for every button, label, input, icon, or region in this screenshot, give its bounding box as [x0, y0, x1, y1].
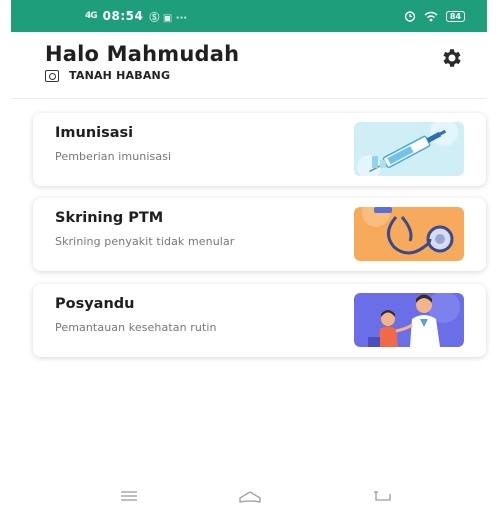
- card-skrining-ptm[interactable]: Skrining PTM Skrining penyakit tidak men…: [33, 198, 486, 271]
- home-icon[interactable]: [238, 490, 262, 504]
- status-left: 4G 08:54 Ⓢ ▣ ···: [85, 0, 187, 32]
- status-time: 08:54: [102, 9, 144, 23]
- status-right: 84: [404, 0, 465, 32]
- card-subtitle: Pemantauan kesehatan rutin: [55, 321, 217, 334]
- card-subtitle: Pemberian imunisasi: [55, 150, 172, 163]
- vaccine-syringe-illustration: [354, 122, 464, 176]
- wifi-icon: [424, 11, 438, 21]
- card-subtitle: Skrining penyakit tidak menular: [55, 235, 235, 248]
- location-name: TANAH HABANG: [69, 69, 171, 82]
- card-imunisasi[interactable]: Imunisasi Pemberian imunisasi: [33, 113, 486, 186]
- health-facility-icon: [45, 69, 59, 82]
- stethoscope-illustration: [354, 207, 464, 261]
- card-title: Posyandu: [55, 296, 135, 312]
- status-bar: 4G 08:54 Ⓢ ▣ ··· 84: [11, 0, 487, 32]
- signal-indicator: 4G: [85, 11, 98, 21]
- card-posyandu[interactable]: Posyandu Pemantauan kesehatan rutin: [33, 284, 486, 357]
- back-icon[interactable]: [372, 490, 394, 504]
- gear-icon[interactable]: [440, 46, 464, 70]
- card-title: Imunisasi: [55, 125, 134, 141]
- menu-icon[interactable]: [120, 490, 138, 502]
- notification-icons: Ⓢ ▣ ···: [149, 12, 188, 24]
- screen: 4G 08:54 Ⓢ ▣ ··· 84 Halo Mahmudah TANAH …: [0, 0, 498, 513]
- location-row: TANAH HABANG: [45, 69, 170, 82]
- alarm-icon: [404, 11, 416, 22]
- header-divider: [11, 98, 487, 99]
- card-title: Skrining PTM: [55, 210, 164, 226]
- greeting-title: Halo Mahmudah: [45, 42, 240, 66]
- system-nav-bar: [0, 490, 498, 513]
- doctor-child-illustration: [354, 293, 464, 347]
- battery-indicator: 84: [445, 10, 465, 22]
